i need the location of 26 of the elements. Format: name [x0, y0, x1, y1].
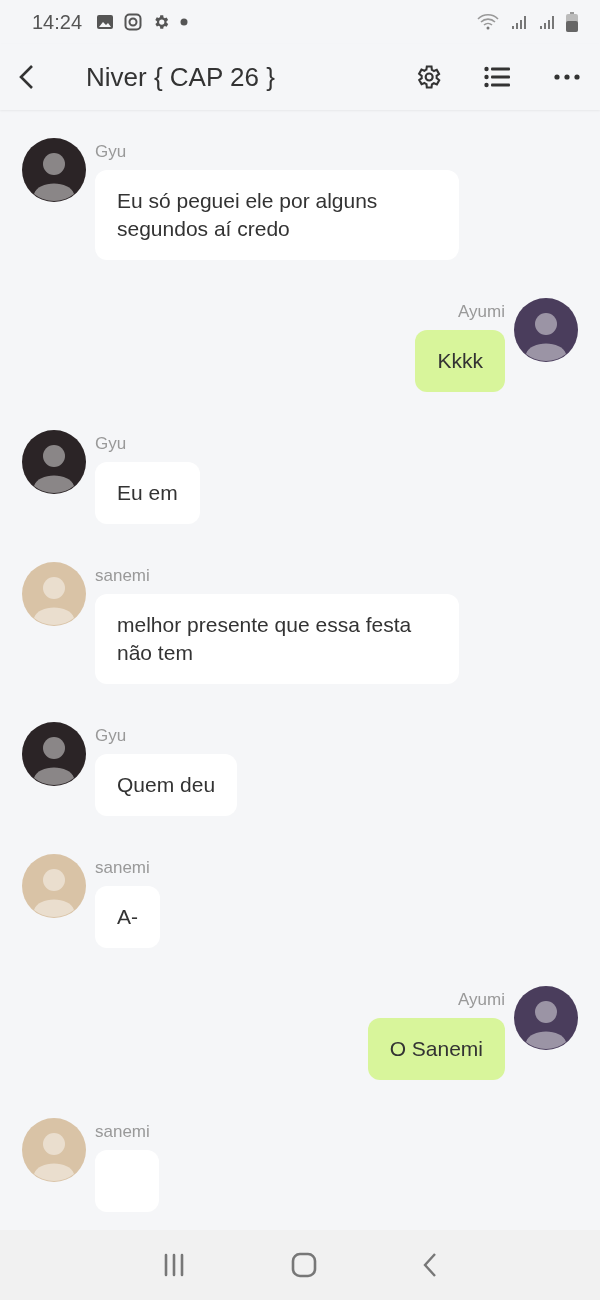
- sender-name: Ayumi: [458, 990, 505, 1010]
- back-icon[interactable]: [18, 64, 36, 90]
- message-bubble: Quem deu: [95, 754, 238, 816]
- dot-icon: [180, 18, 189, 26]
- sender-name: Gyu: [95, 726, 127, 746]
- signal-icon: [510, 13, 528, 31]
- message-bubble: melhor presente que essa festa não tem: [95, 594, 459, 684]
- chat-title: Niver { CAP 26 }: [86, 61, 276, 93]
- sender-name: Ayumi: [458, 302, 505, 322]
- image-icon: [96, 13, 115, 31]
- sender-name: sanemi: [95, 566, 150, 586]
- status-time: 14:24: [32, 10, 83, 34]
- battery-icon: [566, 12, 578, 32]
- wifi-icon: [476, 13, 500, 31]
- message-bubble: Eu em: [95, 462, 200, 524]
- message-bubble: Eu só peguei ele por alguns segundos aí credo: [95, 170, 459, 260]
- sender-name: Gyu: [95, 142, 127, 162]
- sender-name: sanemi: [95, 858, 150, 878]
- message-bubble: A-: [95, 886, 160, 948]
- message-bubble: O Sanemi: [367, 1018, 505, 1080]
- more-icon[interactable]: [554, 74, 580, 80]
- signal-icon: [538, 13, 556, 31]
- camera-icon: [124, 13, 143, 31]
- message-bubble: Kkkk: [415, 330, 505, 392]
- sender-name: sanemi: [95, 1122, 150, 1142]
- sender-name: Gyu: [95, 434, 127, 454]
